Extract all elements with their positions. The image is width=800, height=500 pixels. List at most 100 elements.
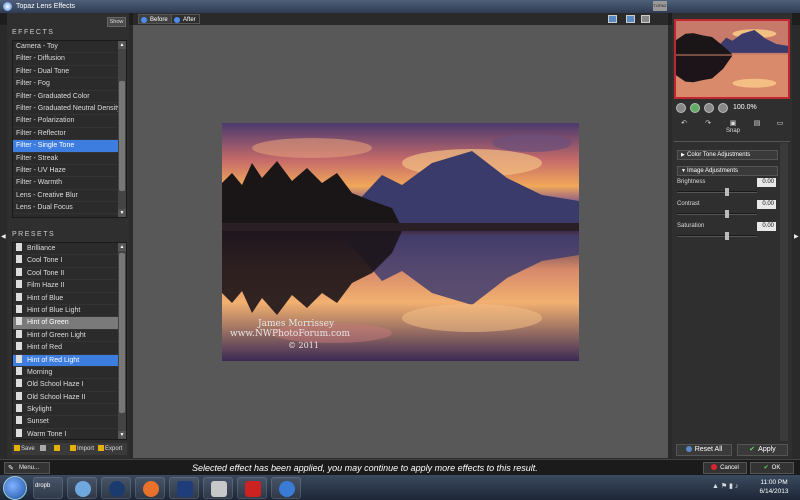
preset-item[interactable]: Sunset	[13, 416, 126, 429]
export-preset-button[interactable]: Export	[98, 443, 122, 455]
preset-item[interactable]: Old School Haze I	[13, 379, 126, 392]
preset-item[interactable]: Old School Haze II	[13, 391, 126, 405]
preset-item-label: Cool Tone II	[27, 269, 65, 277]
preset-document-icon	[16, 342, 22, 351]
navigator-thumbnail[interactable]	[674, 19, 790, 99]
zoom-in-icon[interactable]	[690, 103, 700, 113]
preset-item[interactable]: Hint of Blue Light	[13, 304, 126, 318]
contrast-value[interactable]: 0.00	[757, 200, 776, 209]
show-button[interactable]: Show	[107, 17, 126, 27]
menu-button[interactable]: ✎ Menu...	[4, 462, 50, 474]
zoom-out-icon[interactable]	[704, 103, 714, 113]
folder-button[interactable]	[54, 443, 61, 455]
redo-icon[interactable]: ↷	[702, 119, 714, 128]
taskbar-app-filezilla[interactable]	[237, 477, 267, 499]
contrast-slider[interactable]	[677, 210, 757, 218]
save-preset-button[interactable]: Save	[14, 443, 35, 455]
scroll-down-arrow[interactable]: ▼	[118, 431, 126, 439]
preset-item-label: Old School Haze II	[27, 393, 86, 401]
slider-handle[interactable]	[725, 188, 729, 196]
start-button[interactable]	[3, 476, 27, 500]
collapse-right-arrow-icon[interactable]: ▶	[794, 233, 799, 240]
tab-after[interactable]: After	[171, 14, 200, 24]
effects-scrollbar[interactable]: ▲ ▼	[118, 41, 126, 217]
scroll-down-arrow[interactable]: ▼	[118, 209, 126, 217]
comment-icon[interactable]: ▭	[774, 119, 786, 128]
clock-time: 11:00 PM	[760, 479, 788, 486]
taskbar-app-topaz[interactable]	[271, 477, 301, 499]
saturation-slider[interactable]	[677, 232, 757, 240]
slider-handle[interactable]	[725, 210, 729, 218]
preset-item[interactable]: Hint of Red Light	[13, 354, 126, 367]
delete-preset-button[interactable]	[40, 443, 47, 455]
tool-icon	[211, 481, 227, 497]
single-view-icon[interactable]	[608, 15, 617, 23]
scroll-up-arrow[interactable]: ▲	[118, 41, 126, 49]
effect-item[interactable]: Lens - Creative Blur	[13, 190, 126, 203]
snap-icon[interactable]: ▣	[727, 119, 739, 128]
apply-button[interactable]: ✔ Apply	[737, 444, 788, 456]
saturation-value[interactable]: 0.00	[757, 222, 776, 231]
taskbar-app-firefox[interactable]	[135, 477, 165, 499]
effect-item[interactable]: Filter - Reflector	[13, 128, 126, 141]
effect-item[interactable]: Filter - Single Tone	[13, 140, 126, 153]
preset-item[interactable]: Hint of Green	[13, 317, 126, 330]
import-preset-button[interactable]: Import	[70, 443, 94, 455]
preset-item[interactable]: Brilliance	[13, 243, 126, 256]
brightness-value[interactable]: 0.00	[757, 178, 776, 187]
effect-item[interactable]: Camera - Toy	[13, 41, 126, 54]
ok-button[interactable]: ✔ OK	[750, 462, 794, 474]
system-tray[interactable]: ▲ ⚑ ▮ ♪	[712, 482, 738, 490]
preset-item[interactable]: Warm Tone I	[13, 428, 126, 439]
preset-item[interactable]: Hint of Red	[13, 342, 126, 355]
taskbar-app-photoshop[interactable]	[169, 477, 199, 499]
zoom-actual-icon[interactable]	[718, 103, 728, 113]
effect-item[interactable]: Filter - Diffusion	[13, 53, 126, 66]
effect-item[interactable]: Filter - Graduated Color	[13, 91, 126, 103]
cancel-button[interactable]: Cancel	[703, 462, 747, 474]
preset-item[interactable]: Cool Tone II	[13, 267, 126, 281]
presets-scrollbar[interactable]: ▲ ▼	[118, 243, 126, 439]
effect-item[interactable]: Filter - Polarization	[13, 115, 126, 128]
effect-item[interactable]: Filter - Streak	[13, 153, 126, 165]
taskbar-clock[interactable]: 11:00 PM 6/14/2013	[752, 478, 796, 496]
effect-item[interactable]: Filter - UV Haze	[13, 165, 126, 178]
taskbar-app-media[interactable]	[101, 477, 131, 499]
preset-item[interactable]: Film Haze II	[13, 280, 126, 293]
undo-icon[interactable]: ↶	[678, 119, 690, 128]
taskbar-app-tool[interactable]	[203, 477, 233, 499]
preset-item[interactable]: Morning	[13, 366, 126, 380]
image-adjustments-header[interactable]: ▼ Image Adjustments	[677, 166, 778, 176]
effect-item[interactable]: Filter - Fog	[13, 78, 126, 91]
taskbar-app-mail[interactable]	[67, 477, 97, 499]
effect-item[interactable]: Filter - Dual Tone	[13, 66, 126, 79]
scroll-thumb[interactable]	[119, 81, 125, 191]
preset-item[interactable]: Hint of Green Light	[13, 329, 126, 343]
watermark-name: James Morrissey	[258, 319, 335, 329]
zoom-fit-icon[interactable]	[676, 103, 686, 113]
effect-item[interactable]: Filter - Graduated Neutral Density	[13, 103, 126, 116]
taskbar-app-dropbox[interactable]: dropb	[33, 477, 63, 499]
preset-item[interactable]: Skylight	[13, 404, 126, 417]
slider-handle[interactable]	[725, 232, 729, 240]
preset-item-label: Morning	[27, 368, 53, 376]
scroll-up-arrow[interactable]: ▲	[118, 243, 126, 251]
brightness-slider[interactable]	[677, 188, 757, 196]
preset-document-icon	[16, 317, 22, 326]
color-tone-adjustments-header[interactable]: ▶ Color Tone Adjustments	[677, 150, 778, 160]
after-icon	[174, 16, 180, 23]
collapse-left-arrow-icon[interactable]: ◀	[1, 233, 6, 240]
scroll-thumb[interactable]	[119, 253, 125, 413]
photo-preview[interactable]: James Morrissey www.NWPhotoForum.com © 2…	[222, 123, 579, 361]
snapshot-icon[interactable]: ▤	[751, 119, 763, 128]
preset-item[interactable]: Hint of Blue	[13, 292, 126, 305]
tab-before[interactable]: Before	[138, 14, 172, 24]
fullscreen-icon[interactable]	[641, 15, 650, 23]
reset-all-button[interactable]: Reset All	[676, 444, 732, 456]
preset-item[interactable]: Cool Tone I	[13, 255, 126, 268]
effect-item[interactable]: Lens - Dual Focus	[13, 202, 126, 215]
split-view-icon[interactable]	[626, 15, 635, 23]
adjustments-scrollbar[interactable]	[780, 143, 788, 441]
effect-item[interactable]: Filter - Warmth	[13, 177, 126, 190]
preset-item-label: Warm Tone I	[27, 430, 67, 438]
